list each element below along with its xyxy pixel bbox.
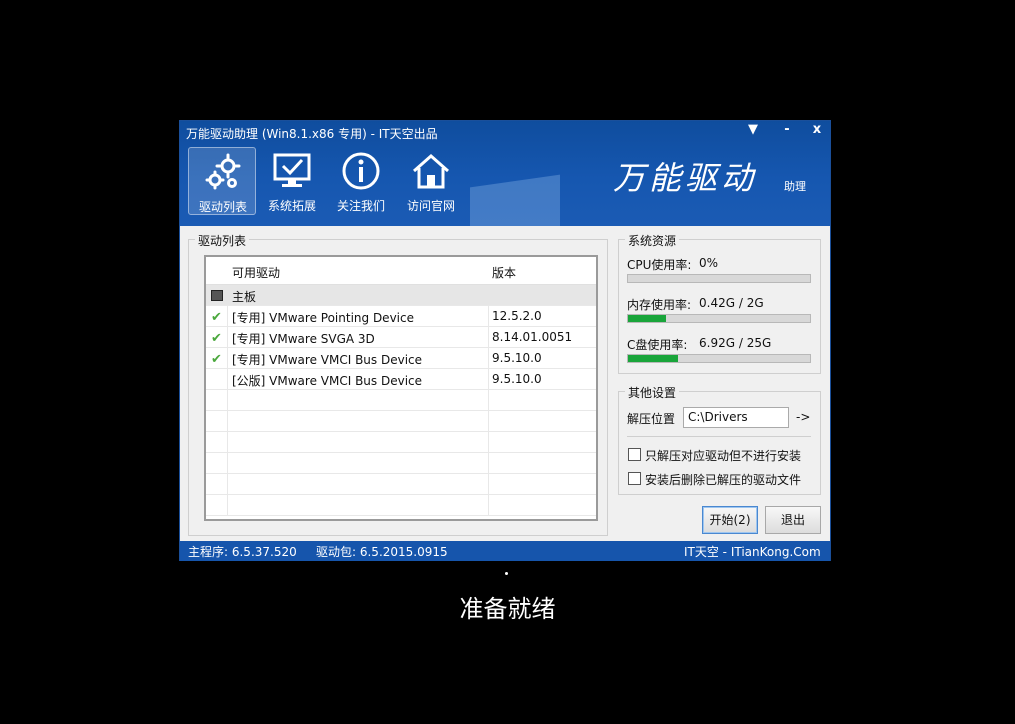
gears-icon (205, 153, 241, 190)
ready-status-text: 准备就绪 (459, 595, 556, 623)
delete-after-install-checkbox[interactable] (628, 472, 641, 485)
driver-version: 8.14.01.0051 (492, 330, 573, 344)
empty-row (206, 432, 596, 453)
nav-label: 关注我们 (336, 199, 385, 213)
delete-after-install-label: 安装后删除已解压的驱动文件 (645, 473, 802, 487)
nav-follow-us[interactable]: 关注我们 (327, 147, 395, 215)
column-header-version[interactable]: 版本 (492, 264, 516, 281)
start-button[interactable]: 开始(2) (702, 506, 758, 534)
table-row[interactable]: ✔ [专用] VMware VMCI Bus Device 9.5.10.0 (206, 348, 596, 369)
nav-label: 访问官网 (406, 199, 455, 213)
check-icon: ✔ (211, 331, 222, 346)
nav-label: 驱动列表 (198, 200, 247, 214)
home-icon (413, 153, 449, 189)
window-title: 万能驱动助理 (Win8.1.x86 专用) - IT天空出品 (186, 127, 438, 141)
status-bar: 主程序: 6.5.37.520 驱动包: 6.5.2015.0915 IT天空 … (180, 541, 830, 561)
main-window: 万能驱动助理 (Win8.1.x86 专用) - IT天空出品 ▼ - x 驱动… (179, 120, 831, 561)
divider (627, 436, 811, 437)
minimize-button[interactable]: - (777, 122, 797, 137)
memory-progress-bar (627, 314, 811, 323)
extract-path-input[interactable]: C:\Drivers (683, 407, 789, 428)
memory-value: 0.42G / 2G (699, 296, 764, 310)
close-button[interactable]: x (807, 122, 827, 137)
driver-name: [专用] VMware VMCI Bus Device (232, 353, 423, 367)
disk-label: C盘使用率: (627, 338, 688, 352)
empty-row (206, 411, 596, 432)
driver-pack-version: 驱动包: 6.5.2015.0915 (316, 545, 448, 559)
driver-table: 可用驱动 版本 主板 ✔ [专用] VMware Pointing Device… (204, 255, 598, 521)
driver-version: 12.5.2.0 (492, 309, 542, 323)
table-group-row[interactable]: 主板 (206, 285, 596, 306)
browse-button[interactable]: -> (796, 410, 810, 424)
memory-fill (628, 315, 667, 322)
nav-label: 系统拓展 (267, 199, 316, 213)
driver-list-legend: 驱动列表 (195, 232, 250, 249)
disk-progress-bar (627, 354, 811, 363)
cpu-value: 0% (699, 256, 719, 270)
table-header: 可用驱动 版本 (206, 257, 596, 285)
disk-value: 6.92G / 25G (699, 336, 772, 350)
exit-button[interactable]: 退出 (765, 506, 821, 534)
driver-version: 9.5.10.0 (492, 372, 542, 386)
driver-name: [专用] VMware Pointing Device (232, 311, 414, 325)
table-row[interactable]: ✔ [专用] VMware SVGA 3D 8.14.01.0051 (206, 327, 596, 348)
extract-only-label: 只解压对应驱动但不进行安装 (645, 449, 802, 463)
empty-row (206, 390, 596, 411)
driver-name: [专用] VMware SVGA 3D (232, 332, 375, 346)
extract-location-label: 解压位置 (627, 412, 676, 426)
check-icon: ✔ (211, 310, 222, 325)
column-header-driver[interactable]: 可用驱动 (232, 264, 280, 281)
empty-row (206, 474, 596, 495)
cpu-label: CPU使用率: (627, 258, 692, 272)
loading-dot (505, 572, 508, 575)
monitor-check-icon (273, 153, 311, 187)
check-icon: ✔ (211, 352, 222, 367)
nav-visit-site[interactable]: 访问官网 (397, 147, 465, 215)
info-icon (342, 152, 380, 190)
cpu-progress-bar (627, 274, 811, 283)
nav-driver-list[interactable]: 驱动列表 (188, 147, 256, 215)
empty-row (206, 453, 596, 474)
group-name: 主板 (232, 290, 257, 304)
table-row[interactable]: [公版] VMware VMCI Bus Device 9.5.10.0 (206, 369, 596, 390)
brand-logo: 万能驱动 (613, 159, 758, 197)
chip-icon (211, 290, 223, 301)
settings-legend: 其他设置 (625, 384, 680, 401)
empty-row (206, 495, 596, 516)
nav-system-extend[interactable]: 系统拓展 (258, 147, 326, 215)
resources-legend: 系统资源 (625, 232, 680, 249)
driver-name: [公版] VMware VMCI Bus Device (232, 374, 423, 388)
menu-button[interactable]: ▼ (743, 122, 763, 137)
brand-sub: 助理 (784, 180, 806, 193)
windows-logo-watermark (470, 174, 560, 226)
disk-fill (628, 355, 679, 362)
table-row[interactable]: ✔ [专用] VMware Pointing Device 12.5.2.0 (206, 306, 596, 327)
memory-label: 内存使用率: (627, 298, 692, 312)
driver-version: 9.5.10.0 (492, 351, 542, 365)
extract-only-checkbox[interactable] (628, 448, 641, 461)
main-program-version: 主程序: 6.5.37.520 (188, 545, 297, 559)
header-bar: 万能驱动助理 (Win8.1.x86 专用) - IT天空出品 ▼ - x 驱动… (180, 121, 830, 226)
site-link[interactable]: IT天空 - ITianKong.Com (684, 543, 821, 560)
